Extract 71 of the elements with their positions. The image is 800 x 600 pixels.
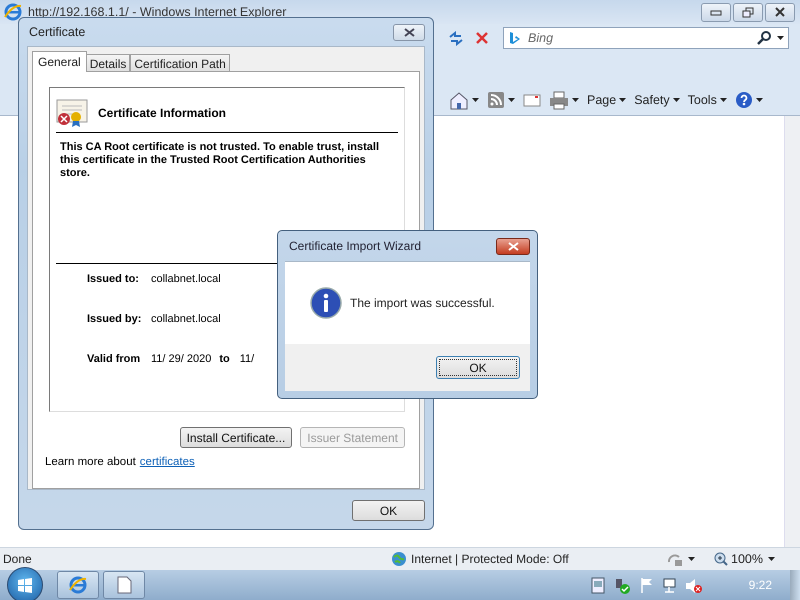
dialog-title: Certificate Import Wizard — [289, 239, 422, 253]
caret-icon[interactable] — [720, 98, 727, 102]
close-icon — [774, 7, 786, 17]
tab[interactable]: Details — [86, 54, 130, 72]
field-value: collabnet.local — [151, 313, 221, 325]
start-button[interactable] — [7, 567, 43, 600]
search-icon[interactable] — [757, 31, 771, 45]
mail-icon[interactable] — [523, 92, 541, 108]
search-provider-icon — [508, 30, 520, 46]
restore-button[interactable] — [733, 2, 763, 22]
caret-icon[interactable] — [472, 98, 479, 102]
field-label: Issued by: — [87, 313, 142, 325]
globe-icon — [391, 551, 407, 567]
close-icon — [508, 242, 518, 250]
caret-icon[interactable] — [672, 98, 680, 102]
zoom-icon — [714, 552, 728, 566]
caret-icon[interactable] — [768, 557, 775, 561]
close-icon — [404, 28, 414, 36]
scrollbar[interactable] — [784, 116, 800, 547]
zoom-button[interactable]: 100% — [714, 552, 763, 566]
document-icon — [116, 576, 132, 594]
field-label: to — [219, 353, 230, 365]
info-icon — [310, 287, 342, 319]
ok-button[interactable]: OK — [352, 500, 425, 521]
close-button[interactable] — [765, 2, 795, 22]
dialog-title: Certificate — [29, 25, 86, 39]
window-title: http://192.168.1.1/ - Windows Internet Explorer — [28, 5, 288, 19]
field-label: Valid from — [87, 353, 142, 365]
dialog-button[interactable]: Install Certificate... — [180, 427, 292, 448]
help-icon[interactable] — [734, 91, 753, 109]
caret-icon[interactable] — [572, 98, 579, 102]
menu-button[interactable]: Tools — [688, 93, 727, 107]
taskbar-button[interactable] — [103, 571, 145, 599]
ie-logo-icon — [69, 576, 87, 594]
search-box[interactable]: Bing — [503, 27, 789, 49]
network-icon[interactable] — [662, 576, 677, 594]
security-icon[interactable] — [614, 576, 631, 594]
caret-icon[interactable] — [508, 98, 515, 102]
section-title: Certificate Information — [98, 106, 226, 120]
caret-icon[interactable] — [777, 36, 784, 40]
printer-icon[interactable] — [549, 90, 569, 110]
field-value: collabnet.local — [151, 273, 221, 285]
help-text: Learn more about — [45, 456, 136, 468]
minimize-button[interactable] — [701, 2, 731, 22]
status-text: Done — [2, 552, 33, 566]
field-value: 11/ 29/ 2020 — [151, 353, 212, 365]
muted-speaker-icon[interactable] — [684, 576, 703, 594]
ie-logo-icon — [4, 3, 22, 21]
ok-button[interactable]: OK — [436, 356, 520, 379]
home-icon[interactable] — [449, 90, 469, 110]
certificate-error-icon — [56, 99, 88, 127]
close-button[interactable] — [496, 238, 530, 254]
dialog-message: The import was successful. — [350, 296, 495, 310]
refresh-icon — [448, 30, 464, 46]
device-icon[interactable] — [590, 576, 606, 594]
tab[interactable]: General — [32, 51, 87, 72]
caret-icon[interactable] — [756, 98, 763, 102]
taskbar-button[interactable] — [57, 571, 99, 599]
link[interactable]: certificates — [140, 456, 195, 468]
close-icon — [475, 31, 489, 45]
close-button[interactable] — [393, 24, 425, 40]
field-label: Issued to: — [87, 273, 140, 285]
menu-button[interactable]: Page — [587, 93, 626, 107]
caret-icon[interactable] — [688, 557, 696, 561]
menu-button[interactable]: Safety — [634, 93, 680, 107]
windows-icon — [17, 577, 33, 593]
field-value: 11/ — [240, 353, 254, 365]
restore-icon — [742, 6, 754, 18]
caret-icon[interactable] — [619, 98, 626, 102]
security-zone: Internet | Protected Mode: Off — [411, 552, 569, 566]
tab[interactable]: Certification Path — [130, 54, 230, 72]
